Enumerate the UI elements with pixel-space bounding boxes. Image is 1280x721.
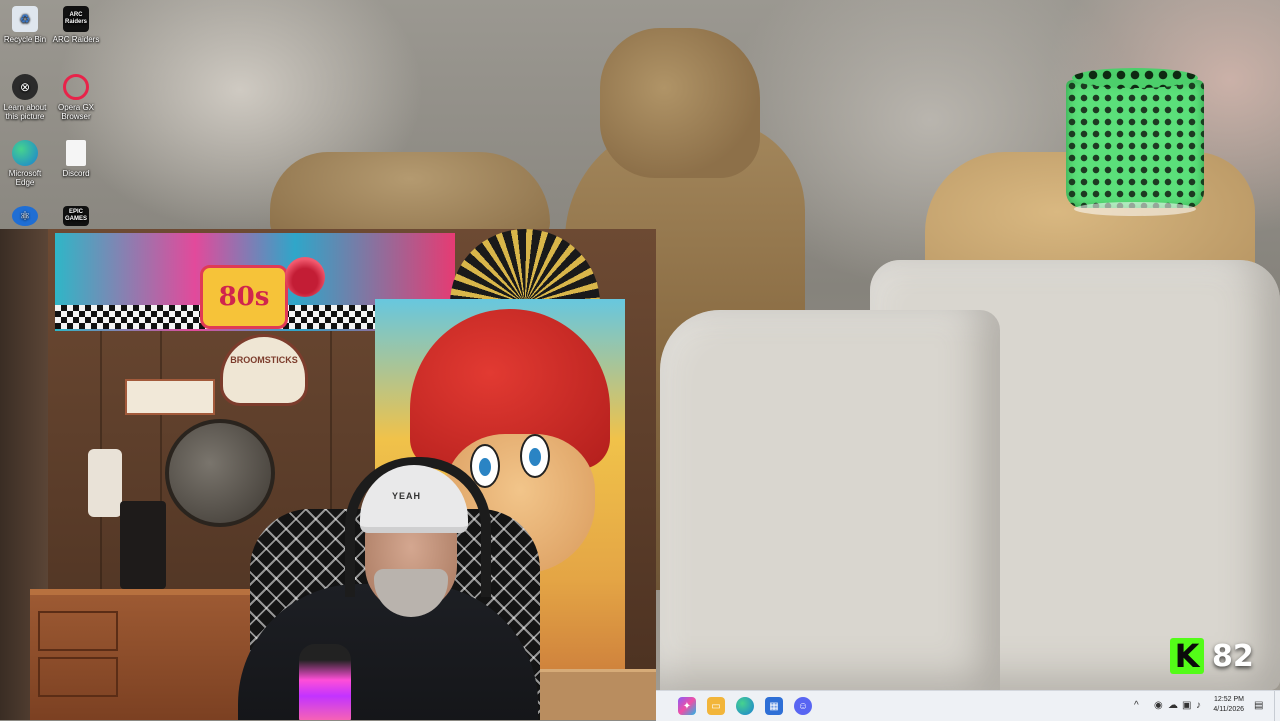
webcam-desk-drawer [38, 657, 118, 697]
gizmo-base [1074, 202, 1196, 216]
webcam-overlay: 80s BROOMSTICKS YEAH [0, 229, 656, 720]
webcam-broomsticks-sign: BROOMSTICKS [220, 334, 308, 406]
desktop-icon-label: Opera GX Browser [57, 103, 94, 121]
webcam-desk-drawer [38, 611, 118, 651]
edge-icon [12, 140, 38, 166]
viewer-count: 82 [1212, 638, 1254, 674]
webcam-small-sign [125, 379, 215, 415]
network-icon[interactable]: ◉ [1154, 700, 1163, 711]
opera-gx-icon [63, 74, 89, 100]
webcam-cardboard-box [540, 669, 656, 720]
tray-overflow-chevron[interactable]: ^ [1134, 700, 1139, 711]
display-icon[interactable]: ▣ [1182, 700, 1191, 711]
onedrive-icon[interactable]: ☁ [1168, 700, 1178, 711]
desktop-icon-label: ARC Raiders [52, 35, 100, 44]
kick-viewer-badge: K 82 [1170, 638, 1254, 674]
discord-icon[interactable]: ☺ [794, 697, 812, 715]
store-icon[interactable]: ▦ [765, 697, 783, 715]
volume-icon[interactable]: ♪ [1196, 700, 1201, 711]
arc-raiders-badge: ARC Raiders [64, 12, 87, 25]
desktop-icon-label: Microsoft Edge [8, 169, 42, 187]
desktop-icon-label: Discord [62, 169, 90, 178]
desktop-icon-learn-about-picture[interactable]: ⊗ Learn about this picture [0, 74, 50, 121]
desktop-icon-label: Recycle Bin [3, 35, 47, 44]
webcam-poster-eye [520, 434, 550, 478]
camera-icon: ⊗ [12, 74, 38, 100]
webcam-cap-text: YEAH [392, 491, 422, 501]
wallpaper-seal-main-head [600, 28, 760, 178]
notification-icon[interactable]: ▤ [1254, 700, 1263, 711]
copilot-icon[interactable]: ✦ [678, 697, 696, 715]
desktop-icon-arc-raiders[interactable]: ARC Raiders ARC Raiders [51, 6, 101, 44]
desktop-icon-epic-games[interactable]: EPIC GAMES [51, 206, 101, 229]
kick-logo-icon: K [1170, 638, 1204, 674]
desktop-icon-recycle-bin[interactable]: ♻ Recycle Bin [0, 6, 50, 44]
recycle-bin-icon: ♻ [12, 6, 38, 32]
atom-icon: ⚛ [12, 206, 38, 226]
webcam-hand-fan [450, 229, 600, 304]
webcam-desk [30, 589, 250, 720]
webcam-coffee-maker [120, 501, 166, 589]
epic-games-badge: EPIC GAMES [64, 209, 87, 222]
clock-date: 4/11/2026 [1213, 706, 1244, 713]
gizmo-rim [1072, 68, 1198, 88]
document-icon [66, 140, 86, 166]
desktop-icon-microsoft-edge[interactable]: Microsoft Edge [0, 140, 50, 187]
desktop-icon-opera-gx[interactable]: Opera GX Browser [51, 74, 101, 121]
desktop-icon-label: Learn about this picture [3, 103, 47, 121]
desktop-icon-atom[interactable]: ⚛ [0, 206, 50, 229]
desktop-gizmo-widget[interactable] [1066, 68, 1204, 218]
epic-games-icon: EPIC GAMES [63, 206, 89, 226]
gizmo-cup [1066, 80, 1204, 208]
wallpaper-rock-front [660, 310, 1000, 690]
webcam-lamp [88, 449, 122, 517]
clock-time: 12:52 PM [1214, 696, 1244, 703]
desktop-icon-discord[interactable]: Discord [51, 140, 101, 178]
taskbar-clock[interactable]: 12:52 PM 4/11/2026 [1204, 695, 1244, 715]
show-desktop-button[interactable] [1274, 691, 1280, 721]
webcam-round-mirror [165, 419, 275, 527]
arc-raiders-icon: ARC Raiders [63, 6, 89, 32]
webcam-rgb-microphone [299, 644, 351, 720]
edge-icon[interactable] [736, 697, 754, 715]
webcam-80s-sign: 80s [200, 265, 288, 329]
taskbar: ✦ ▭ ▦ ☺ ^ ◉ ☁ ▣ ♪ 12:52 PM 4/11/2026 ▤ [656, 690, 1280, 721]
webcam-lips-decal [285, 257, 325, 297]
file-explorer-icon[interactable]: ▭ [707, 697, 725, 715]
